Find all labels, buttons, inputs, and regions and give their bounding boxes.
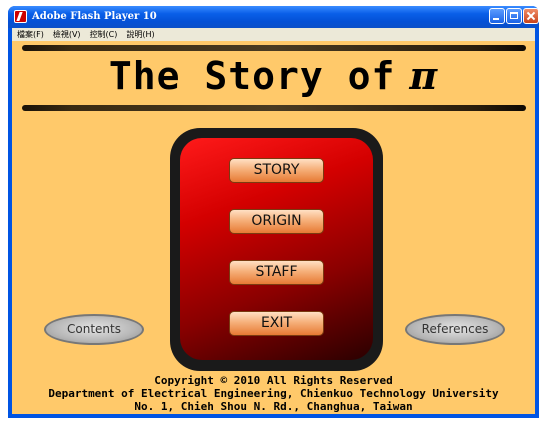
menu-bar: 檔案(F) 檢視(V) 控制(C) 說明(H) <box>12 28 535 41</box>
minimize-icon[interactable] <box>489 8 505 24</box>
references-button[interactable]: References <box>405 314 505 345</box>
maximize-icon[interactable] <box>506 8 522 24</box>
origin-button[interactable]: ORIGIN <box>229 209 324 234</box>
page-title: The Story of π <box>12 51 535 101</box>
menu-file[interactable]: 檔案(F) <box>12 28 48 41</box>
menu-help[interactable]: 說明(H) <box>121 28 158 41</box>
close-icon[interactable] <box>523 8 539 24</box>
copyright-footer: Copyright © 2010 All Rights Reserved Dep… <box>12 374 535 413</box>
menu-view[interactable]: 檢視(V) <box>48 28 85 41</box>
menu-control[interactable]: 控制(C) <box>85 28 122 41</box>
story-button[interactable]: STORY <box>229 158 324 183</box>
window-title: Adobe Flash Player 10 <box>32 11 157 22</box>
title-bar[interactable]: Adobe Flash Player 10 <box>8 6 539 28</box>
address-line: No. 1, Chieh Shou N. Rd., Changhua, Taiw… <box>134 400 413 413</box>
exit-button[interactable]: EXIT <box>229 311 324 336</box>
flash-player-icon <box>14 10 27 23</box>
flash-stage: The Story of π STORY ORIGIN STAFF EXIT Co… <box>12 41 535 414</box>
copyright-line: Copyright © 2010 All Rights Reserved <box>154 374 393 387</box>
bottom-divider <box>22 105 526 111</box>
contents-button[interactable]: Contents <box>44 314 144 345</box>
department-line: Department of Electrical Engineering, Ch… <box>48 387 499 400</box>
pi-symbol: π <box>409 53 439 98</box>
title-text: The Story of <box>108 54 396 98</box>
app-window: Adobe Flash Player 10 檔案(F) 檢視(V) 控制(C) 說明(… <box>8 6 539 418</box>
staff-button[interactable]: STAFF <box>229 260 324 285</box>
